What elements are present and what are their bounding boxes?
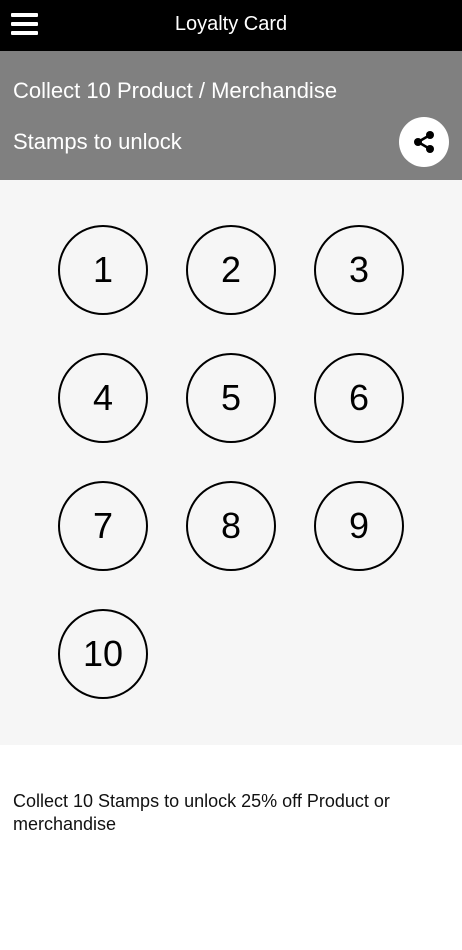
share-button[interactable] [399,117,449,167]
stamp-slot: 7 [58,481,148,571]
reward-description: Collect 10 Stamps to unlock 25% off Prod… [13,791,390,834]
reward-banner: Collect 10 Product / Merchandise Stamps … [0,51,462,180]
share-icon [414,131,434,153]
stamp-slot: 5 [186,353,276,443]
stamp-grid: 1 2 3 4 5 6 7 8 9 10 [0,180,462,745]
reward-banner-text: Collect 10 Product / Merchandise Stamps … [13,78,338,154]
stamp-slot: 10 [58,609,148,699]
stamp-slot: 6 [314,353,404,443]
stamp-slot: 8 [186,481,276,571]
top-app-bar: Loyalty Card [0,0,462,51]
page-title: Loyalty Card [174,13,288,35]
stamp-slot: 3 [314,225,404,315]
stamp-slot: 1 [58,225,148,315]
stamp-slot: 9 [314,481,404,571]
stamp-slot: 4 [58,353,148,443]
stamp-slot: 2 [186,225,276,315]
